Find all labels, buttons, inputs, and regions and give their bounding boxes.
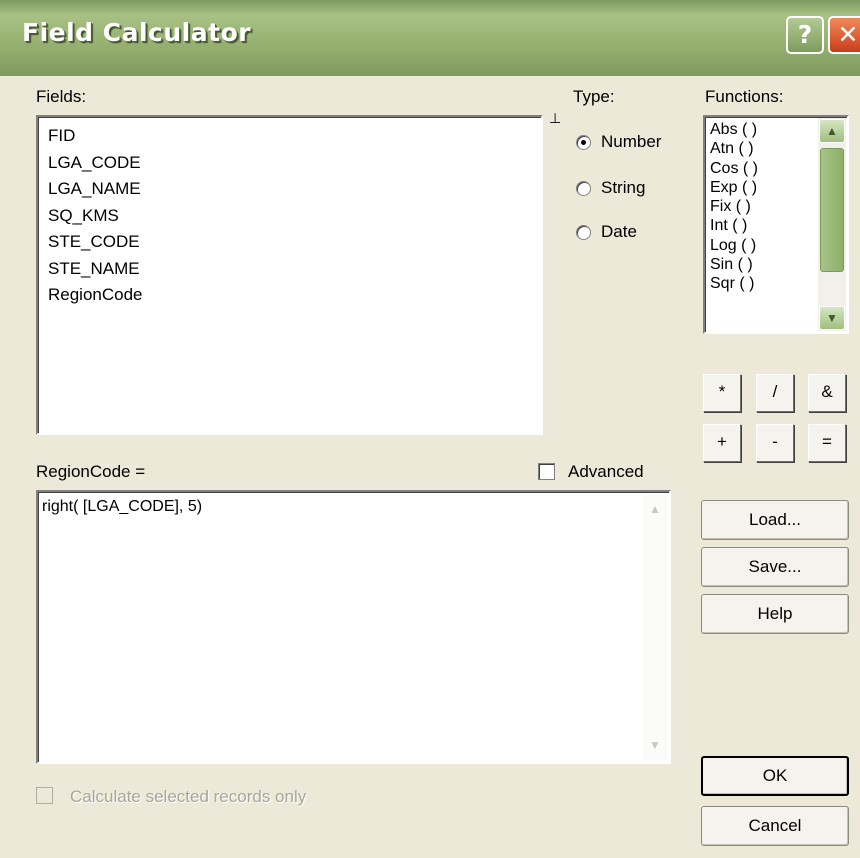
functions-scrollbar[interactable]: ▲ ▼ [818,118,846,331]
cancel-button[interactable]: Cancel [701,806,849,846]
load-button[interactable]: Load... [701,500,849,540]
scroll-up-icon[interactable]: ▲ [643,498,667,520]
window-title: Field Calculator [22,18,252,47]
scroll-down-icon[interactable]: ▼ [643,734,667,756]
expression-scrollbar[interactable]: ▲ ▼ [643,494,667,760]
sort-icon[interactable]: ⊥ [549,110,561,127]
close-icon[interactable]: ✕ [828,16,860,54]
field-item[interactable]: FID [48,123,541,150]
equals-button[interactable]: = [808,424,846,462]
scroll-down-icon[interactable]: ▼ [819,306,845,330]
functions-label: Functions: [705,87,784,106]
help-icon[interactable]: ? [786,16,824,54]
advanced-label[interactable]: Advanced [568,462,644,482]
multiply-button[interactable]: * [703,374,741,412]
minus-button[interactable]: - [756,424,794,462]
ok-button[interactable]: OK [701,756,849,796]
plus-button[interactable]: + [703,424,741,462]
expression-label: RegionCode = [36,462,146,481]
type-string-radio[interactable] [576,181,591,196]
calc-selected-checkbox[interactable] [36,787,53,804]
type-number-label[interactable]: Number [601,132,661,152]
concat-button[interactable]: & [808,374,846,412]
type-label: Type: [573,87,615,106]
functions-list[interactable]: Abs ( ) Atn ( ) Cos ( ) Exp ( ) Fix ( ) … [703,115,849,334]
field-item[interactable]: LGA_CODE [48,150,541,177]
save-button[interactable]: Save... [701,547,849,587]
fields-list[interactable]: FID LGA_CODE LGA_NAME SQ_KMS STE_CODE ST… [36,115,543,435]
field-item[interactable]: STE_NAME [48,256,541,283]
type-date-label[interactable]: Date [601,222,637,242]
scroll-up-icon[interactable]: ▲ [819,119,845,143]
calc-selected-label: Calculate selected records only [70,787,307,806]
type-string-label[interactable]: String [601,178,645,198]
title-bar[interactable]: Field Calculator ? ✕ [0,0,860,76]
expression-textarea[interactable]: right( [LGA_CODE], 5) ▲ ▼ [36,490,671,764]
type-number-radio[interactable] [576,135,591,150]
field-item[interactable]: RegionCode [48,282,541,309]
expression-text: right( [LGA_CODE], 5) [42,498,203,515]
scroll-thumb[interactable] [820,148,844,272]
advanced-checkbox[interactable] [538,463,555,480]
divide-button[interactable]: / [756,374,794,412]
field-item[interactable]: SQ_KMS [48,203,541,230]
field-calculator-dialog: Field Calculator ? ✕ Fields: FID LGA_COD… [0,0,860,858]
field-item[interactable]: STE_CODE [48,229,541,256]
field-item[interactable]: LGA_NAME [48,176,541,203]
help-button[interactable]: Help [701,594,849,634]
fields-label: Fields: [36,87,87,106]
type-date-radio[interactable] [576,225,591,240]
